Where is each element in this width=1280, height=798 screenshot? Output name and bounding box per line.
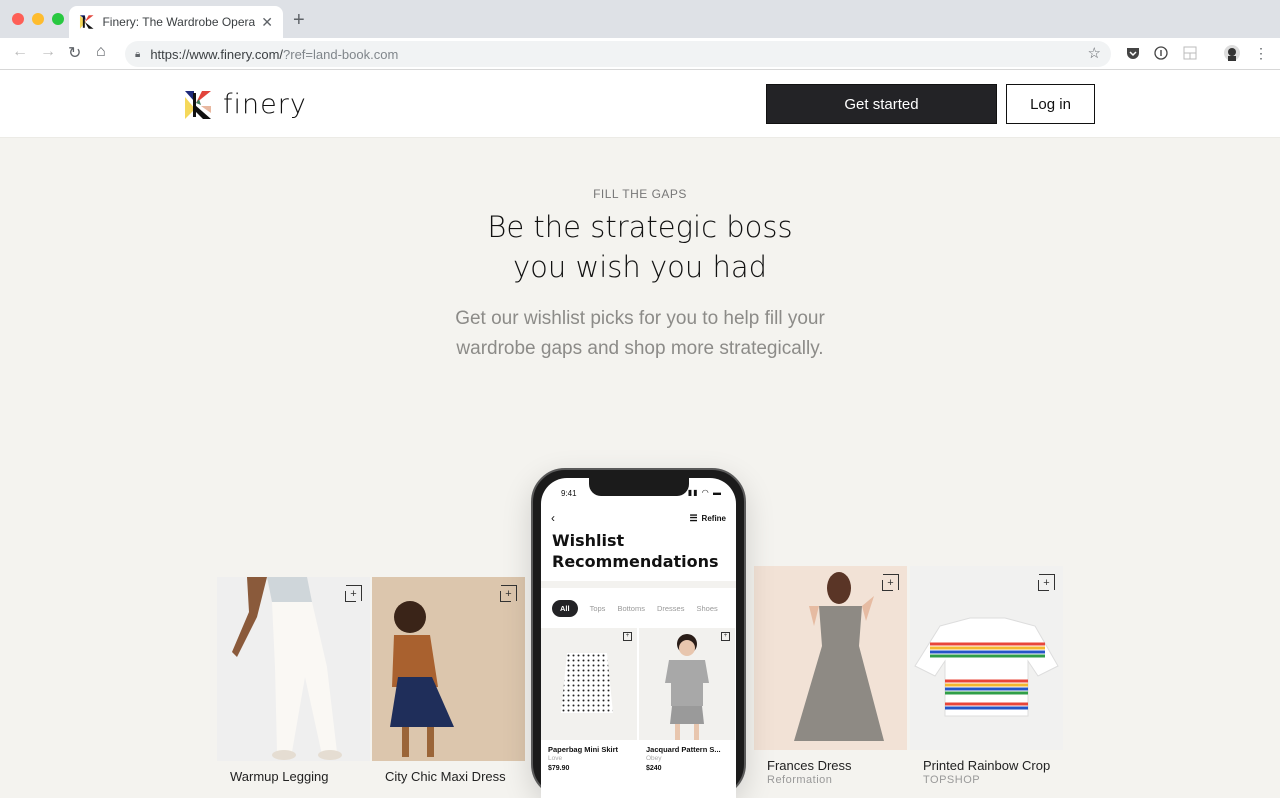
hero-headline: Be the strategic boss you wish you had — [0, 207, 1280, 287]
lock-icon: 🔒︎ — [135, 48, 141, 60]
chip-tops[interactable]: Tops — [590, 604, 606, 613]
chip-shoes[interactable]: Shoes — [696, 604, 717, 613]
product-name: Warmup Legging — [230, 769, 329, 784]
divider — [541, 581, 736, 588]
phone-product-card[interactable]: + Jacquard Pattern S... Obey $240 — [639, 628, 735, 772]
address-bar[interactable]: 🔒︎ https://www.finery.com/?ref=land-book… — [125, 41, 1111, 67]
product-image-paperbag-skirt: + — [541, 628, 637, 740]
headline-line-2: you wish you had — [512, 250, 768, 284]
finery-logo[interactable]: finery — [185, 89, 307, 120]
phone-screen: 9:41 ▮▮ ◠ ▬ ‹ ☰ Refine Wishlist Recommenda… — [541, 478, 736, 798]
window-controls — [12, 13, 64, 25]
phone-page-title: Wishlist Recommendations — [552, 531, 719, 571]
product-card[interactable]: + City Chic Maxi Dress — [372, 577, 525, 784]
category-chips: All Tops Bottoms Dresses Shoes — [552, 600, 730, 617]
add-to-wishlist-icon[interactable]: + — [1038, 574, 1055, 591]
add-to-wishlist-icon[interactable]: + — [345, 585, 362, 602]
product-price: $79.90 — [548, 765, 570, 772]
new-tab-icon[interactable]: + — [293, 9, 305, 32]
pocket-icon[interactable] — [1125, 45, 1141, 61]
add-to-wishlist-icon[interactable]: + — [882, 574, 899, 591]
filter-sliders-icon: ☰ — [689, 513, 698, 523]
site-header: finery Get started Log in — [0, 70, 1280, 138]
phone-product-card[interactable]: + Paperbag Mini Skirt Love $79.90 — [541, 628, 637, 772]
close-window-button[interactable] — [12, 13, 24, 25]
url-text: https://www.finery.com/?ref=land-book.co… — [150, 46, 399, 62]
add-to-wishlist-icon[interactable]: + — [623, 632, 632, 641]
product-brand: Love — [548, 755, 563, 762]
maximize-window-button[interactable] — [52, 13, 64, 25]
product-name: Paperbag Mini Skirt — [548, 745, 619, 754]
add-to-wishlist-icon[interactable]: + — [721, 632, 730, 641]
back-icon[interactable]: ← — [12, 43, 28, 61]
close-tab-icon[interactable]: ✕ — [261, 14, 273, 31]
refine-button[interactable]: ☰ Refine — [689, 513, 726, 524]
product-price: $240 — [646, 765, 662, 772]
product-image-legging: + — [217, 577, 370, 761]
layout-extension-icon[interactable] — [1182, 45, 1198, 61]
browser-tab-bar: Finery: The Wardrobe Operating System ✕ … — [0, 0, 1280, 38]
chip-dresses[interactable]: Dresses — [657, 604, 685, 613]
info-extension-icon[interactable] — [1153, 45, 1169, 61]
chip-bottoms[interactable]: Bottoms — [617, 604, 645, 613]
product-name: Frances Dress — [767, 758, 852, 773]
browser-toolbar: ← → ↻ ⌂ 🔒︎ https://www.finery.com/?ref=l… — [0, 38, 1280, 70]
home-icon[interactable]: ⌂ — [96, 43, 106, 61]
product-brand: Obey — [646, 755, 662, 762]
profile-avatar[interactable] — [1224, 45, 1240, 61]
bookmark-star-icon[interactable]: ☆ — [1088, 44, 1101, 62]
finery-favicon-icon — [79, 15, 94, 29]
chip-all[interactable]: All — [552, 600, 578, 617]
log-in-button[interactable]: Log in — [1006, 84, 1095, 124]
finery-logo-mark-icon — [185, 90, 211, 119]
status-time: 9:41 — [561, 489, 577, 498]
product-name: Printed Rainbow Crop — [923, 758, 1051, 773]
back-chevron-icon[interactable]: ‹ — [551, 511, 555, 525]
tab-title: Finery: The Wardrobe Operating System — [102, 15, 256, 29]
logo-wordmark: finery — [223, 89, 307, 120]
reload-icon[interactable]: ↻ — [68, 43, 81, 63]
product-card[interactable]: + Printed Rainbow Crop TOPSHOP — [910, 566, 1063, 786]
product-image-frances-dress: + — [754, 566, 907, 750]
product-image-rainbow-crop: + — [910, 566, 1063, 750]
product-image-jacquard-set: + — [639, 628, 735, 740]
section-eyebrow: FILL THE GAPS — [593, 187, 687, 201]
get-started-button[interactable]: Get started — [766, 84, 997, 124]
product-image-maxi-dress: + — [372, 577, 525, 761]
phone-mockup: 9:41 ▮▮ ◠ ▬ ‹ ☰ Refine Wishlist Recommenda… — [531, 468, 746, 798]
menu-kebab-icon[interactable]: ⋮ — [1253, 45, 1269, 61]
hero-subtext: Get our wishlist picks for you to help f… — [455, 308, 825, 359]
headline-line-1: Be the strategic boss — [487, 210, 793, 244]
product-name: City Chic Maxi Dress — [385, 769, 506, 784]
browser-tab[interactable]: Finery: The Wardrobe Operating System ✕ — [69, 6, 283, 38]
product-name: Jacquard Pattern S... — [646, 745, 721, 754]
phone-notch — [589, 478, 689, 496]
product-card[interactable]: + Frances Dress Reformation — [754, 566, 907, 786]
forward-icon[interactable]: → — [40, 43, 56, 61]
add-to-wishlist-icon[interactable]: + — [500, 585, 517, 602]
product-card[interactable]: + Warmup Legging — [217, 577, 370, 784]
phone-product-grid: + Paperbag Mini Skirt Love $79.90 + Jacq… — [541, 628, 736, 772]
minimize-window-button[interactable] — [32, 13, 44, 25]
signal-wifi-battery-icon: ▮▮ ◠ ▬ — [687, 488, 722, 497]
